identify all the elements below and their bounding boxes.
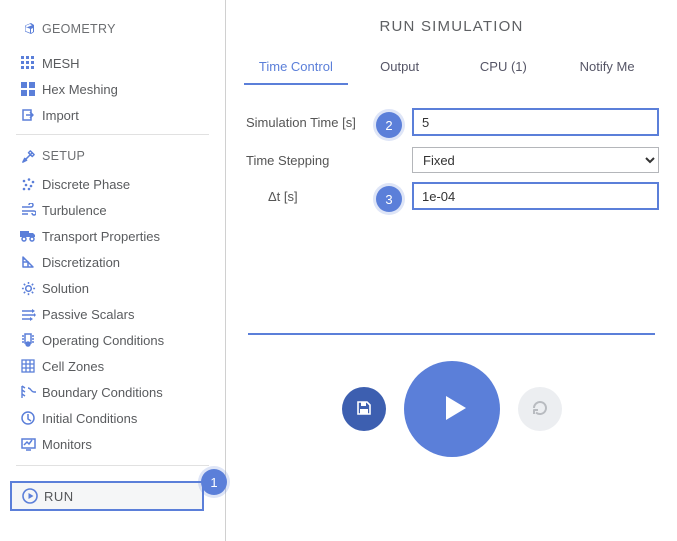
separator	[248, 333, 655, 335]
sidebar-item-cell-zones[interactable]: Cell Zones	[0, 353, 225, 379]
play-icon	[432, 388, 472, 431]
passive-scalars-icon	[16, 308, 40, 321]
callout-3: 3	[376, 186, 402, 212]
run-button[interactable]	[404, 361, 500, 457]
reset-button	[518, 387, 562, 431]
operating-conditions-icon	[16, 333, 40, 347]
sidebar-item-solution[interactable]: Solution	[0, 275, 225, 301]
sidebar-item-monitors[interactable]: Monitors	[0, 431, 225, 457]
tab-notify-me[interactable]: Notify Me	[555, 51, 659, 85]
sidebar-item-label: Cell Zones	[42, 359, 104, 374]
sidebar-item-hex-meshing[interactable]: Hex Meshing	[0, 76, 225, 102]
sidebar-item-mesh[interactable]: MESH	[0, 50, 225, 76]
sidebar-item-boundary-conditions[interactable]: Boundary Conditions	[0, 379, 225, 405]
panel-title: RUN SIMULATION	[244, 0, 659, 51]
sidebar-item-import[interactable]: Import	[0, 102, 225, 128]
sidebar-item-label: Import	[42, 108, 79, 123]
sidebar-item-discrete-phase[interactable]: Discrete Phase	[0, 171, 225, 197]
sidebar-item-label: Initial Conditions	[42, 411, 137, 426]
sidebar-item-label: Turbulence	[42, 203, 107, 218]
dt-input[interactable]	[412, 182, 659, 210]
sidebar-item-discretization[interactable]: Discretization	[0, 249, 225, 275]
run-panel: RUN SIMULATION Time Control Output CPU (…	[226, 0, 677, 541]
time-stepping-label: Time Stepping	[244, 153, 376, 168]
monitors-icon	[16, 438, 40, 451]
setup-icon	[16, 149, 40, 164]
mesh-icon	[16, 56, 40, 70]
sidebar-item-label: MESH	[42, 56, 80, 71]
geometry-icon	[16, 21, 40, 37]
sidebar-item-transport-properties[interactable]: Transport Properties	[0, 223, 225, 249]
save-icon	[355, 399, 373, 420]
sidebar: GEOMETRY MESH Hex Meshing Import SETUP D…	[0, 0, 226, 541]
callout-1: 1	[201, 469, 227, 495]
time-control-form: Simulation Time [s] 2 Time Stepping Fixe…	[244, 85, 659, 213]
time-stepping-select[interactable]: Fixed	[412, 147, 659, 173]
sidebar-item-run[interactable]: RUN	[10, 481, 204, 511]
discretization-icon	[16, 255, 40, 269]
tab-output[interactable]: Output	[348, 51, 452, 85]
run-label: RUN	[44, 489, 74, 504]
transport-icon	[16, 230, 40, 242]
divider	[16, 465, 209, 466]
divider	[16, 134, 209, 135]
sidebar-item-label: Hex Meshing	[42, 82, 118, 97]
refresh-icon	[530, 398, 550, 421]
sidebar-item-operating-conditions[interactable]: Operating Conditions	[0, 327, 225, 353]
play-circle-icon	[18, 488, 42, 504]
save-button[interactable]	[342, 387, 386, 431]
sidebar-item-label: Solution	[42, 281, 89, 296]
dt-label: Δt [s]	[244, 189, 376, 204]
import-icon	[16, 108, 40, 122]
sidebar-item-passive-scalars[interactable]: Passive Scalars	[0, 301, 225, 327]
action-bar	[244, 361, 659, 457]
sidebar-item-label: Transport Properties	[42, 229, 160, 244]
group-setup-header: SETUP	[0, 141, 225, 171]
group-geometry-label: GEOMETRY	[42, 22, 116, 36]
sidebar-item-label: Discretization	[42, 255, 120, 270]
turbulence-icon	[16, 203, 40, 217]
initial-conditions-icon	[16, 411, 40, 425]
group-geometry-header: GEOMETRY	[0, 14, 225, 44]
sidebar-item-label: Operating Conditions	[42, 333, 164, 348]
group-setup-label: SETUP	[42, 149, 85, 163]
sidebar-item-label: Boundary Conditions	[42, 385, 163, 400]
cell-zones-icon	[16, 359, 40, 373]
sidebar-item-label: Monitors	[42, 437, 92, 452]
discrete-phase-icon	[16, 177, 40, 191]
boundary-conditions-icon	[16, 385, 40, 399]
callout-2: 2	[376, 112, 402, 138]
sidebar-item-turbulence[interactable]: Turbulence	[0, 197, 225, 223]
sidebar-item-label: Discrete Phase	[42, 177, 130, 192]
hex-meshing-icon	[16, 82, 40, 96]
tab-cpu[interactable]: CPU (1)	[452, 51, 556, 85]
tab-time-control[interactable]: Time Control	[244, 51, 348, 85]
solution-icon	[16, 281, 40, 296]
sidebar-item-initial-conditions[interactable]: Initial Conditions	[0, 405, 225, 431]
sim-time-input[interactable]	[412, 108, 659, 136]
tabs: Time Control Output CPU (1) Notify Me	[244, 51, 659, 85]
sim-time-label: Simulation Time [s]	[244, 115, 376, 130]
sidebar-item-label: Passive Scalars	[42, 307, 134, 322]
